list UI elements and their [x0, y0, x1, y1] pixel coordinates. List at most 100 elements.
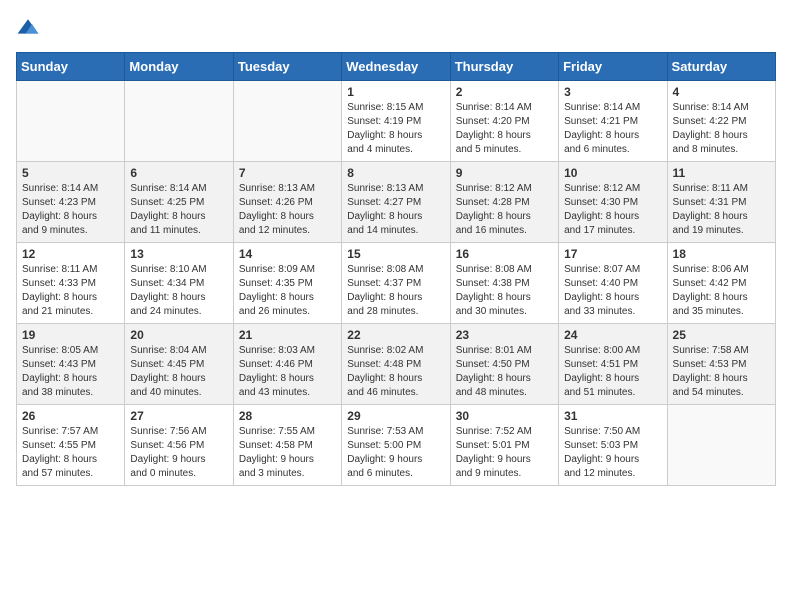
day-info: Sunrise: 7:50 AM Sunset: 5:03 PM Dayligh… [564, 425, 661, 481]
day-number: 9 [456, 166, 553, 180]
day-info: Sunrise: 8:00 AM Sunset: 4:51 PM Dayligh… [564, 344, 661, 400]
calendar-day-cell: 3 Sunrise: 8:14 AM Sunset: 4:21 PM Daylig… [559, 81, 667, 162]
day-number: 30 [456, 409, 553, 423]
calendar-day-cell: 11 Sunrise: 8:11 AM Sunset: 4:31 PM Dayli… [667, 162, 775, 243]
day-info: Sunrise: 8:14 AM Sunset: 4:23 PM Dayligh… [22, 182, 119, 238]
day-info: Sunrise: 8:05 AM Sunset: 4:43 PM Dayligh… [22, 344, 119, 400]
calendar-day-cell: 7 Sunrise: 8:13 AM Sunset: 4:26 PM Daylig… [233, 162, 341, 243]
day-info: Sunrise: 8:13 AM Sunset: 4:26 PM Dayligh… [239, 182, 336, 238]
day-number: 12 [22, 247, 119, 261]
calendar-day-cell: 14 Sunrise: 8:09 AM Sunset: 4:35 PM Dayli… [233, 243, 341, 324]
day-number: 7 [239, 166, 336, 180]
calendar-day-cell: 27 Sunrise: 7:56 AM Sunset: 4:56 PM Dayli… [125, 405, 233, 486]
day-number: 27 [130, 409, 227, 423]
day-number: 14 [239, 247, 336, 261]
calendar-day-cell: 15 Sunrise: 8:08 AM Sunset: 4:37 PM Dayli… [342, 243, 450, 324]
day-number: 31 [564, 409, 661, 423]
calendar-day-cell: 29 Sunrise: 7:53 AM Sunset: 5:00 PM Dayli… [342, 405, 450, 486]
day-info: Sunrise: 8:01 AM Sunset: 4:50 PM Dayligh… [456, 344, 553, 400]
day-number: 2 [456, 85, 553, 99]
day-number: 11 [673, 166, 770, 180]
calendar-day-cell: 28Sunrise: 7:55 AM Sunset: 4:58 PM Dayli… [233, 405, 341, 486]
calendar-day-cell: 6 Sunrise: 8:14 AM Sunset: 4:25 PM Daylig… [125, 162, 233, 243]
day-number: 5 [22, 166, 119, 180]
day-number: 6 [130, 166, 227, 180]
calendar-day-cell [233, 81, 341, 162]
day-info: Sunrise: 7:52 AM Sunset: 5:01 PM Dayligh… [456, 425, 553, 481]
calendar-header-tuesday: Tuesday [233, 53, 341, 81]
day-number: 4 [673, 85, 770, 99]
calendar-week-row: 5 Sunrise: 8:14 AM Sunset: 4:23 PM Daylig… [17, 162, 776, 243]
day-info: Sunrise: 8:10 AM Sunset: 4:34 PM Dayligh… [130, 263, 227, 319]
calendar-day-cell: 12 Sunrise: 8:11 AM Sunset: 4:33 PM Dayli… [17, 243, 125, 324]
day-info: Sunrise: 8:13 AM Sunset: 4:27 PM Dayligh… [347, 182, 444, 238]
calendar-day-cell: 8 Sunrise: 8:13 AM Sunset: 4:27 PM Daylig… [342, 162, 450, 243]
calendar-week-row: 12 Sunrise: 8:11 AM Sunset: 4:33 PM Dayli… [17, 243, 776, 324]
day-number: 16 [456, 247, 553, 261]
day-number: 10 [564, 166, 661, 180]
day-number: 18 [673, 247, 770, 261]
day-info: Sunrise: 8:09 AM Sunset: 4:35 PM Dayligh… [239, 263, 336, 319]
calendar-day-cell: 1 Sunrise: 8:15 AM Sunset: 4:19 PM Daylig… [342, 81, 450, 162]
day-info: Sunrise: 8:08 AM Sunset: 4:38 PM Dayligh… [456, 263, 553, 319]
day-info: Sunrise: 8:14 AM Sunset: 4:22 PM Dayligh… [673, 101, 770, 157]
calendar-day-cell: 2 Sunrise: 8:14 AM Sunset: 4:20 PM Daylig… [450, 81, 558, 162]
day-info: Sunrise: 8:14 AM Sunset: 4:20 PM Dayligh… [456, 101, 553, 157]
day-info: Sunrise: 8:12 AM Sunset: 4:28 PM Dayligh… [456, 182, 553, 238]
day-number: 29 [347, 409, 444, 423]
day-info: Sunrise: 8:03 AM Sunset: 4:46 PM Dayligh… [239, 344, 336, 400]
day-info: Sunrise: 8:11 AM Sunset: 4:31 PM Dayligh… [673, 182, 770, 238]
day-info: Sunrise: 7:57 AM Sunset: 4:55 PM Dayligh… [22, 425, 119, 481]
day-number: 19 [22, 328, 119, 342]
calendar-day-cell [667, 405, 775, 486]
logo [16, 16, 44, 40]
day-info: Sunrise: 8:14 AM Sunset: 4:25 PM Dayligh… [130, 182, 227, 238]
calendar-day-cell: 31 Sunrise: 7:50 AM Sunset: 5:03 PM Dayli… [559, 405, 667, 486]
calendar-day-cell: 16 Sunrise: 8:08 AM Sunset: 4:38 PM Dayli… [450, 243, 558, 324]
calendar-header-monday: Monday [125, 53, 233, 81]
calendar-day-cell: 13 Sunrise: 8:10 AM Sunset: 4:34 PM Dayli… [125, 243, 233, 324]
calendar-day-cell: 24 Sunrise: 8:00 AM Sunset: 4:51 PM Dayli… [559, 324, 667, 405]
day-number: 15 [347, 247, 444, 261]
day-info: Sunrise: 8:12 AM Sunset: 4:30 PM Dayligh… [564, 182, 661, 238]
day-info: Sunrise: 8:14 AM Sunset: 4:21 PM Dayligh… [564, 101, 661, 157]
day-info: Sunrise: 8:04 AM Sunset: 4:45 PM Dayligh… [130, 344, 227, 400]
day-number: 20 [130, 328, 227, 342]
calendar-header-wednesday: Wednesday [342, 53, 450, 81]
calendar-day-cell: 9 Sunrise: 8:12 AM Sunset: 4:28 PM Daylig… [450, 162, 558, 243]
day-info: Sunrise: 8:11 AM Sunset: 4:33 PM Dayligh… [22, 263, 119, 319]
calendar-table: SundayMondayTuesdayWednesdayThursdayFrid… [16, 52, 776, 486]
day-info: Sunrise: 8:08 AM Sunset: 4:37 PM Dayligh… [347, 263, 444, 319]
day-number: 13 [130, 247, 227, 261]
day-number: 21 [239, 328, 336, 342]
calendar-header-row: SundayMondayTuesdayWednesdayThursdayFrid… [17, 53, 776, 81]
day-number: 3 [564, 85, 661, 99]
calendar-header-saturday: Saturday [667, 53, 775, 81]
day-number: 24 [564, 328, 661, 342]
day-info: Sunrise: 7:58 AM Sunset: 4:53 PM Dayligh… [673, 344, 770, 400]
calendar-day-cell: 19 Sunrise: 8:05 AM Sunset: 4:43 PM Dayli… [17, 324, 125, 405]
calendar-day-cell: 26 Sunrise: 7:57 AM Sunset: 4:55 PM Dayli… [17, 405, 125, 486]
calendar-day-cell: 23Sunrise: 8:01 AM Sunset: 4:50 PM Dayli… [450, 324, 558, 405]
day-number: 17 [564, 247, 661, 261]
day-number: 8 [347, 166, 444, 180]
logo-icon [16, 16, 40, 40]
day-number: 26 [22, 409, 119, 423]
calendar-header-friday: Friday [559, 53, 667, 81]
day-info: Sunrise: 7:55 AM Sunset: 4:58 PM Dayligh… [239, 425, 336, 481]
calendar-day-cell: 18 Sunrise: 8:06 AM Sunset: 4:42 PM Dayli… [667, 243, 775, 324]
day-info: Sunrise: 7:56 AM Sunset: 4:56 PM Dayligh… [130, 425, 227, 481]
calendar-day-cell: 25 Sunrise: 7:58 AM Sunset: 4:53 PM Dayli… [667, 324, 775, 405]
calendar-day-cell: 10 Sunrise: 8:12 AM Sunset: 4:30 PM Dayli… [559, 162, 667, 243]
calendar-week-row: 19 Sunrise: 8:05 AM Sunset: 4:43 PM Dayli… [17, 324, 776, 405]
day-info: Sunrise: 8:15 AM Sunset: 4:19 PM Dayligh… [347, 101, 444, 157]
calendar-day-cell: 5 Sunrise: 8:14 AM Sunset: 4:23 PM Daylig… [17, 162, 125, 243]
day-info: Sunrise: 7:53 AM Sunset: 5:00 PM Dayligh… [347, 425, 444, 481]
day-number: 25 [673, 328, 770, 342]
calendar-week-row: 1 Sunrise: 8:15 AM Sunset: 4:19 PM Daylig… [17, 81, 776, 162]
calendar-day-cell: 20 Sunrise: 8:04 AM Sunset: 4:45 PM Dayli… [125, 324, 233, 405]
day-number: 1 [347, 85, 444, 99]
day-info: Sunrise: 8:02 AM Sunset: 4:48 PM Dayligh… [347, 344, 444, 400]
calendar-day-cell [125, 81, 233, 162]
day-info: Sunrise: 8:06 AM Sunset: 4:42 PM Dayligh… [673, 263, 770, 319]
